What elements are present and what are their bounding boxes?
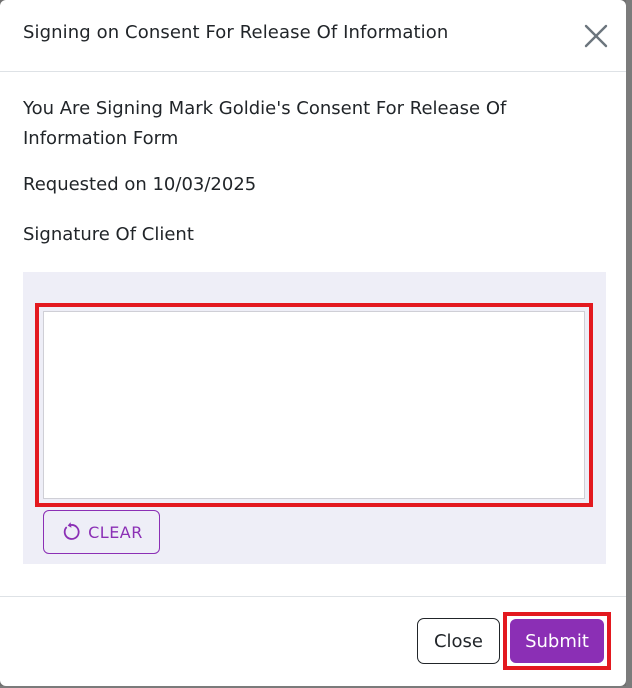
close-icon[interactable]: [583, 23, 609, 49]
backdrop: [626, 0, 632, 688]
submit-button[interactable]: Submit: [510, 619, 604, 663]
clear-button[interactable]: CLEAR: [43, 510, 160, 554]
signature-highlight: [35, 303, 593, 507]
requested-date: Requested on 10/03/2025: [23, 174, 257, 195]
close-button[interactable]: Close: [417, 618, 500, 664]
clear-label: CLEAR: [88, 522, 143, 542]
intro-text: You Are Signing Mark Goldie's Consent Fo…: [23, 98, 507, 149]
refresh-icon: [60, 521, 82, 543]
dialog-body: You Are Signing Mark Goldie's Consent Fo…: [0, 72, 626, 596]
signature-pad[interactable]: [43, 311, 585, 499]
dialog-footer: Close Submit: [0, 596, 626, 686]
signature-panel: CLEAR: [23, 272, 606, 564]
signing-dialog: Signing on Consent For Release Of Inform…: [0, 0, 626, 686]
signature-label: Signature Of Client: [23, 224, 194, 245]
submit-highlight: Submit: [503, 612, 611, 670]
dialog-header: Signing on Consent For Release Of Inform…: [0, 0, 626, 72]
dialog-title: Signing on Consent For Release Of Inform…: [23, 22, 449, 43]
